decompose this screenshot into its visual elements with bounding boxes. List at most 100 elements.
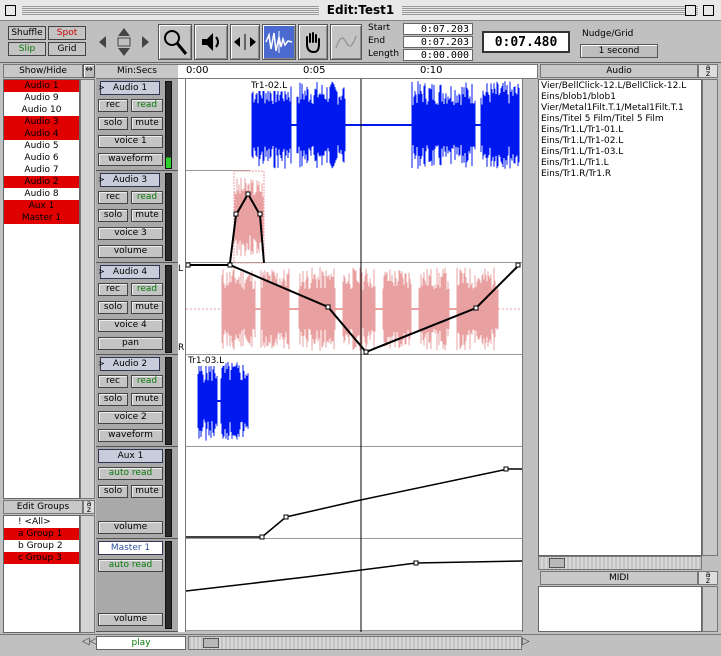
mute-button[interactable]: mute: [131, 393, 163, 406]
audio-region-item[interactable]: Vier/BellClick-12.L/BellClick-12.L: [541, 81, 686, 92]
title-bar[interactable]: Edit:Test1: [0, 0, 721, 21]
audio-region-item[interactable]: Eins/Tr1.L/Tr1-02.L: [541, 136, 686, 147]
rec-button[interactable]: rec: [98, 375, 128, 388]
tracks-canvas[interactable]: [186, 79, 522, 632]
zoom-arrows-icon[interactable]: [96, 24, 152, 60]
timeline-hscroll[interactable]: [188, 636, 522, 650]
selector-icon[interactable]: [262, 24, 296, 60]
track-name-audio-3[interactable]: > Audio 3: [98, 173, 160, 187]
midi-list-vscroll[interactable]: [702, 586, 718, 632]
edit-groups-scrollbar[interactable]: [80, 515, 95, 633]
show-hide-item[interactable]: Audio 8: [4, 188, 79, 200]
show-hide-item[interactable]: Audio 5: [4, 140, 79, 152]
view-selector[interactable]: volume: [98, 521, 163, 534]
end-field[interactable]: 0:07.203: [403, 36, 473, 48]
edit-group-item[interactable]: c Group 3: [4, 552, 79, 564]
voice-selector[interactable]: voice 1: [98, 135, 163, 148]
length-field[interactable]: 0:00.000: [403, 49, 473, 61]
solo-button[interactable]: solo: [98, 209, 128, 222]
view-selector[interactable]: volume: [98, 245, 163, 258]
show-hide-header[interactable]: Show/Hide: [3, 64, 83, 78]
solo-button[interactable]: solo: [98, 301, 128, 314]
audio-region-item[interactable]: Eins/Tr1.L/Tr1-03.L: [541, 147, 686, 158]
play-status[interactable]: play: [96, 636, 186, 650]
mute-button[interactable]: mute: [131, 485, 163, 498]
start-field[interactable]: 0:07.203: [403, 23, 473, 35]
track-name-aux-1[interactable]: Aux 1: [98, 449, 163, 463]
scroll-thumb[interactable]: [549, 558, 565, 568]
show-hide-item[interactable]: Audio 10: [4, 104, 79, 116]
audio-region-item[interactable]: Eins/Tr1.L/Tr1-01.L: [541, 125, 686, 136]
sort-az-icon[interactable]: az: [83, 500, 95, 514]
voice-selector[interactable]: voice 4: [98, 319, 163, 332]
show-hide-item[interactable]: Aux 1: [4, 200, 79, 212]
rec-button[interactable]: rec: [98, 283, 128, 296]
edit-group-item[interactable]: ! <All>: [4, 516, 79, 528]
auto-read-button[interactable]: auto read: [98, 559, 163, 572]
show-hide-item[interactable]: Audio 2: [4, 176, 79, 188]
slip-button[interactable]: Slip: [8, 42, 46, 56]
voice-selector[interactable]: voice 2: [98, 411, 163, 424]
rec-button[interactable]: rec: [98, 191, 128, 204]
collapse-box-icon[interactable]: [703, 5, 714, 16]
right-arrows-icon[interactable]: ▷: [522, 636, 536, 650]
zoom-box-icon[interactable]: [685, 5, 696, 16]
view-selector[interactable]: volume: [98, 613, 163, 626]
read-button[interactable]: read: [131, 375, 163, 388]
read-button[interactable]: read: [131, 283, 163, 296]
mute-button[interactable]: mute: [131, 117, 163, 130]
audio-region-item[interactable]: Eins/Titel 5 Film/Titel 5 Film: [541, 114, 686, 125]
nudge-value-button[interactable]: 1 second: [580, 44, 658, 58]
zoom-icon[interactable]: [158, 24, 192, 60]
midi-region-list[interactable]: [538, 586, 702, 632]
read-button[interactable]: read: [131, 99, 163, 112]
audio-panel-header[interactable]: Audio: [540, 64, 698, 78]
show-hide-list[interactable]: Audio 1 Audio 9 Audio 10 Audio 3 Audio 4 Audi…: [3, 79, 80, 499]
rec-button[interactable]: rec: [98, 99, 128, 112]
show-hide-scrollbar[interactable]: [80, 79, 95, 499]
track-name-audio-1[interactable]: > Audio 1: [98, 81, 160, 95]
track-name-audio-2[interactable]: > Audio 2: [98, 357, 160, 371]
audio-region-item[interactable]: Vier/Metal1Filt.T.1/Metal1Filt.T.1: [541, 103, 686, 114]
main-counter[interactable]: 0:07.480: [482, 31, 570, 53]
audio-region-item[interactable]: Eins/Tr1.R/Tr1.R: [541, 169, 686, 180]
read-button[interactable]: read: [131, 191, 163, 204]
show-hide-item[interactable]: Audio 4: [4, 128, 79, 140]
solo-button[interactable]: solo: [98, 485, 128, 498]
mute-button[interactable]: mute: [131, 301, 163, 314]
speaker-icon[interactable]: [194, 24, 228, 60]
view-selector[interactable]: waveform: [98, 429, 163, 442]
midi-panel-header[interactable]: MIDI: [540, 571, 698, 585]
view-selector[interactable]: waveform: [98, 153, 163, 166]
audio-region-item[interactable]: Eins/Tr1.L/Tr1.L: [541, 158, 686, 169]
edit-group-item[interactable]: b Group 2: [4, 540, 79, 552]
close-box-icon[interactable]: [5, 5, 16, 16]
left-arrows-icon[interactable]: ◁◁: [82, 636, 97, 650]
edit-groups-list[interactable]: ! <All> a Group 1b Group 2c Group 3: [3, 515, 80, 633]
view-selector[interactable]: pan: [98, 337, 163, 350]
show-hide-item[interactable]: Audio 9: [4, 92, 79, 104]
edit-group-item[interactable]: a Group 1: [4, 528, 79, 540]
voice-selector[interactable]: voice 3: [98, 227, 163, 240]
auto-read-button[interactable]: auto read: [98, 467, 163, 480]
show-hide-arrows-icon[interactable]: ⇔: [83, 64, 95, 78]
hand-icon[interactable]: [298, 24, 328, 60]
mute-button[interactable]: mute: [131, 209, 163, 222]
track-name-master-1[interactable]: Master 1: [98, 541, 163, 555]
pencil-icon[interactable]: [330, 24, 362, 60]
shuffle-button[interactable]: Shuffle: [8, 26, 46, 40]
audio-list-vscroll[interactable]: [702, 79, 718, 556]
show-hide-item[interactable]: Audio 6: [4, 152, 79, 164]
show-hide-item[interactable]: Master 1: [4, 212, 79, 224]
solo-button[interactable]: solo: [98, 117, 128, 130]
show-hide-item[interactable]: Audio 3: [4, 116, 79, 128]
audio-region-list[interactable]: Vier/BellClick-12.L/BellClick-12.L Eins/b…: [538, 79, 702, 556]
show-hide-item[interactable]: Audio 7: [4, 164, 79, 176]
show-hide-item[interactable]: Audio 1: [4, 80, 79, 92]
audio-list-hscroll[interactable]: [538, 556, 702, 570]
audio-region-item[interactable]: Eins/blob1/blob1: [541, 92, 686, 103]
spot-button[interactable]: Spot: [48, 26, 86, 40]
sort-az-icon[interactable]: az: [698, 571, 718, 585]
trim-icon[interactable]: [230, 24, 260, 60]
solo-button[interactable]: solo: [98, 393, 128, 406]
